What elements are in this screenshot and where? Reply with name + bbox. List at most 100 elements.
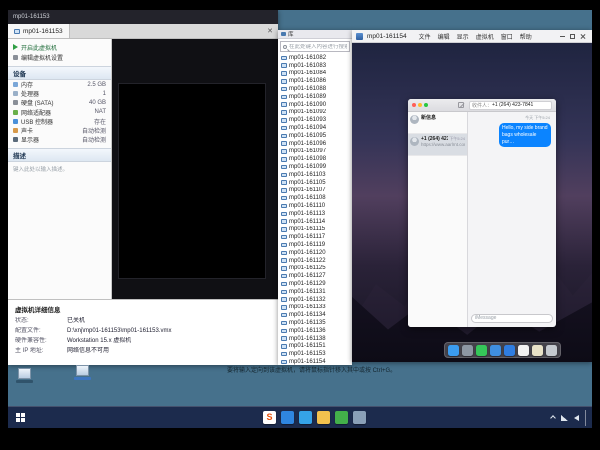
compose-icon[interactable] (458, 102, 464, 108)
dock-icon[interactable] (546, 345, 557, 356)
close-icon[interactable] (580, 33, 586, 39)
vm-list-item[interactable]: mp01-161095 (278, 132, 352, 140)
library-search-box[interactable] (280, 41, 350, 52)
vm-list-item[interactable]: mp01-161151 (278, 342, 352, 350)
vm-list-item[interactable]: mp01-161092 (278, 109, 352, 117)
device-row[interactable]: 内存 2.5 GB (8, 80, 111, 89)
device-row[interactable]: 声卡 自动检测 (8, 126, 111, 135)
power-on-action[interactable]: 开启此虚拟机 (8, 42, 111, 52)
vm-list-item[interactable]: mp01-161084 (278, 70, 352, 78)
vm-list-item[interactable]: mp01-161133 (278, 304, 352, 312)
device-row[interactable]: 网络适配器 NAT (8, 108, 111, 117)
dock-icon[interactable] (504, 345, 515, 356)
tray-chevron-icon[interactable] (550, 415, 556, 421)
window-titlebar[interactable]: mp01-161154 文件编辑显示虚拟机窗口帮助 (352, 30, 592, 43)
close-icon[interactable] (412, 103, 416, 107)
vm-list-item[interactable]: mp01-161127 (278, 272, 352, 280)
menu-item[interactable]: 文件 (419, 32, 431, 41)
edit-settings-action[interactable]: 编辑虚拟机设置 (8, 52, 111, 62)
vm-list-item[interactable]: mp01-161138 (278, 335, 352, 343)
window-titlebar[interactable]: mp01-161153 (8, 10, 278, 24)
vm-list-item[interactable]: mp01-161097 (278, 148, 352, 156)
conversation-item[interactable]: +1 (264) 423-7841 下午5:24 https://www.aar… (408, 134, 467, 156)
taskbar-app-icon[interactable]: S (263, 411, 276, 424)
vm-list-item[interactable]: mp01-161131 (278, 288, 352, 296)
vm-list-item[interactable]: mp01-161136 (278, 327, 352, 335)
library-search-input[interactable] (289, 44, 347, 50)
imessage-input[interactable] (471, 314, 553, 323)
start-button[interactable] (8, 407, 32, 428)
vm-list-item[interactable]: mp01-161103 (278, 171, 352, 179)
desktop[interactable]: mp01-161153 mp01-161153 ✕ 开启此虚拟机 (8, 10, 592, 428)
close-tab-icon[interactable]: ✕ (262, 24, 278, 38)
vm-list-item[interactable]: mp01-161114 (278, 218, 352, 226)
menu-item[interactable]: 窗口 (501, 32, 513, 41)
zoom-icon[interactable] (424, 103, 428, 107)
tab-vm-161153[interactable]: mp01-161153 (8, 24, 70, 38)
vm-list-item[interactable]: mp01-161082 (278, 54, 352, 62)
vm-screen-powered-off[interactable] (118, 83, 266, 279)
vm-list-item[interactable]: mp01-161153 (278, 350, 352, 358)
dock-icon[interactable] (476, 345, 487, 356)
vm-list-item[interactable]: mp01-161120 (278, 249, 352, 257)
vm-list-item[interactable]: mp01-161117 (278, 233, 352, 241)
vm-list-item[interactable]: mp01-161094 (278, 124, 352, 132)
dock-icon[interactable] (490, 345, 501, 356)
dock-icon[interactable] (448, 345, 459, 356)
vm-list-item[interactable]: mp01-161105 (278, 179, 352, 187)
menu-item[interactable]: 显示 (457, 32, 469, 41)
vm-list-item[interactable]: mp01-161107 (278, 187, 352, 195)
menu-item[interactable]: 帮助 (520, 32, 532, 41)
device-row[interactable]: USB 控制器 存在 (8, 117, 111, 126)
messages-titlebar[interactable]: 收件人： +1 (264) 423-7841 (408, 99, 556, 112)
vm-list-item[interactable]: mp01-161096 (278, 140, 352, 148)
maximize-icon[interactable] (570, 34, 575, 39)
vm-list-item[interactable]: mp01-161125 (278, 265, 352, 273)
minimize-icon[interactable] (560, 36, 565, 37)
vm-list-item[interactable]: mp01-161083 (278, 62, 352, 70)
vm-list-item[interactable]: mp01-161122 (278, 257, 352, 265)
dock-icon[interactable] (532, 345, 543, 356)
device-row[interactable]: 硬盘 (SATA) 40 GB (8, 98, 111, 107)
desktop-shortcut-icon[interactable] (13, 368, 35, 383)
vm-list-item[interactable]: mp01-161113 (278, 210, 352, 218)
conversation-item[interactable]: 新信息 (408, 112, 467, 134)
menu-item[interactable]: 虚拟机 (476, 32, 494, 41)
vm-list-item[interactable]: mp01-161134 (278, 311, 352, 319)
vm-list-item[interactable]: mp01-161129 (278, 280, 352, 288)
vm-list-item[interactable]: mp01-161098 (278, 155, 352, 163)
vm-list-item[interactable]: mp01-161086 (278, 77, 352, 85)
taskbar-app-icon[interactable] (335, 411, 348, 424)
volume-icon[interactable] (574, 415, 579, 421)
to-field[interactable]: 收件人： +1 (264) 423-7841 (469, 101, 552, 110)
vm-list-item[interactable]: mp01-161108 (278, 194, 352, 202)
taskbar-app-icon[interactable] (317, 411, 330, 424)
desktop-shortcut-icon[interactable] (71, 365, 93, 380)
vm-list-item[interactable]: mp01-161088 (278, 85, 352, 93)
vm-list-item[interactable]: mp01-161132 (278, 296, 352, 304)
vm-list-item[interactable]: mp01-161090 (278, 101, 352, 109)
show-desktop-button[interactable] (585, 410, 588, 426)
dock-icon[interactable] (518, 345, 529, 356)
taskbar-app-icon[interactable] (281, 411, 294, 424)
vm-console-area[interactable] (112, 39, 278, 299)
device-row[interactable]: 显示器 自动检测 (8, 135, 111, 144)
vm-list-item[interactable]: mp01-161135 (278, 319, 352, 327)
macos-vm-screen[interactable]: 收件人： +1 (264) 423-7841 (352, 43, 592, 362)
vm-list-item[interactable]: mp01-161093 (278, 116, 352, 124)
network-icon[interactable] (561, 415, 568, 421)
taskbar-app-icon[interactable] (299, 411, 312, 424)
description-placeholder[interactable]: 键入此处以输入描述。 (8, 162, 111, 176)
library-titlebar[interactable]: 库 (278, 30, 352, 39)
dock-icon[interactable] (462, 345, 473, 356)
vm-list-item[interactable]: mp01-161099 (278, 163, 352, 171)
device-row[interactable]: 处理器 1 (8, 89, 111, 98)
minimize-icon[interactable] (418, 103, 422, 107)
vm-list-item[interactable]: mp01-161154 (278, 358, 352, 365)
vm-list-item[interactable]: mp01-161110 (278, 202, 352, 210)
menu-item[interactable]: 编辑 (438, 32, 450, 41)
vm-list-item[interactable]: mp01-161119 (278, 241, 352, 249)
vm-list-item[interactable]: mp01-161115 (278, 226, 352, 234)
vm-list-item[interactable]: mp01-161089 (278, 93, 352, 101)
taskbar-app-icon[interactable] (353, 411, 366, 424)
